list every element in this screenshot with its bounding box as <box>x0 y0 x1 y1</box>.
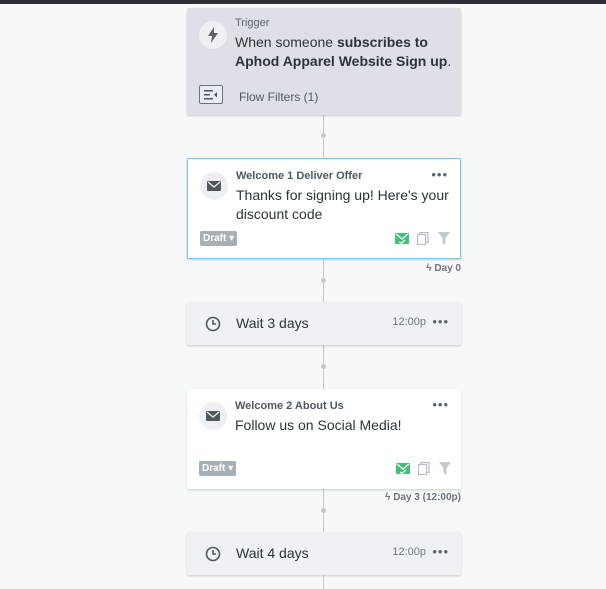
bolt-icon: ϟ <box>385 492 391 503</box>
more-options-icon[interactable]: ••• <box>431 168 448 181</box>
status-badge[interactable]: Draft ▾ <box>200 231 238 246</box>
copy-icon[interactable] <box>418 462 431 475</box>
trigger-list-name: Aphod Apparel Website Sign up <box>235 53 448 69</box>
trigger-description: When someone subscribes to Aphod Apparel… <box>235 33 453 71</box>
email-subject: Follow us on Social Media! <box>235 417 402 433</box>
card-actions <box>395 232 450 245</box>
flow-filter-button[interactable] <box>199 85 223 104</box>
email-title: Welcome 1 Deliver Offer <box>236 170 363 182</box>
email-status-icon[interactable] <box>396 463 410 474</box>
status-badge-label: Draft <box>203 233 227 244</box>
wait-time: 12:00p <box>392 546 426 558</box>
chevron-down-icon: ▾ <box>229 233 235 244</box>
card-actions <box>396 462 451 475</box>
connector-dot <box>321 508 326 513</box>
trigger-label: Trigger <box>235 17 270 29</box>
more-options-icon[interactable]: ••• <box>432 545 449 558</box>
connector-dot <box>321 364 326 369</box>
envelope-icon <box>199 402 227 430</box>
trigger-text-prefix: When someone <box>235 34 337 50</box>
copy-icon[interactable] <box>417 232 430 245</box>
wait-duration: Wait 3 days <box>236 315 309 331</box>
wait-time: 12:00p <box>392 316 426 328</box>
top-bar <box>0 0 606 4</box>
more-options-icon[interactable]: ••• <box>432 315 449 328</box>
step-day-text: Day 0 <box>434 263 461 274</box>
status-badge-label: Draft <box>202 463 226 474</box>
email-subject: Thanks for signing up! Here's your disco… <box>236 187 449 222</box>
connector-dot <box>321 278 326 283</box>
flow-filters-label[interactable]: Flow Filters (1) <box>239 90 318 104</box>
bolt-icon: ϟ <box>426 263 432 274</box>
wait-step-card[interactable]: Wait 4 days 12:00p ••• <box>187 532 461 575</box>
envelope-icon <box>200 172 228 200</box>
trigger-card[interactable]: Trigger When someone subscribes to Aphod… <box>187 8 461 115</box>
email-status-icon[interactable] <box>395 233 409 244</box>
email-title: Welcome 2 About Us <box>235 400 344 412</box>
connector-dot <box>321 133 326 138</box>
step-day-text: Day 3 (12:00p) <box>393 492 461 503</box>
more-options-icon[interactable]: ••• <box>432 398 449 411</box>
email-step-card[interactable]: Welcome 2 About Us Follow us on Social M… <box>187 389 461 489</box>
step-day-label: ϟ Day 0 <box>426 263 461 274</box>
flow-connector <box>323 575 324 589</box>
wait-step-card[interactable]: Wait 3 days 12:00p ••• <box>187 302 461 345</box>
clock-icon <box>205 546 221 562</box>
wait-duration: Wait 4 days <box>236 545 309 561</box>
email-step-card[interactable]: Welcome 1 Deliver Offer Thanks for signi… <box>187 158 461 259</box>
filter-icon[interactable] <box>438 232 450 245</box>
lightning-icon <box>199 21 227 49</box>
trigger-event: subscribes to <box>336 34 428 50</box>
filter-icon[interactable] <box>439 462 451 475</box>
chevron-down-icon: ▾ <box>228 463 234 474</box>
status-badge[interactable]: Draft ▾ <box>199 461 237 476</box>
step-day-label: ϟ Day 3 (12:00p) <box>385 492 461 503</box>
filter-list-icon <box>204 89 217 99</box>
trigger-text-suffix: . <box>447 53 452 69</box>
clock-icon <box>205 316 221 332</box>
